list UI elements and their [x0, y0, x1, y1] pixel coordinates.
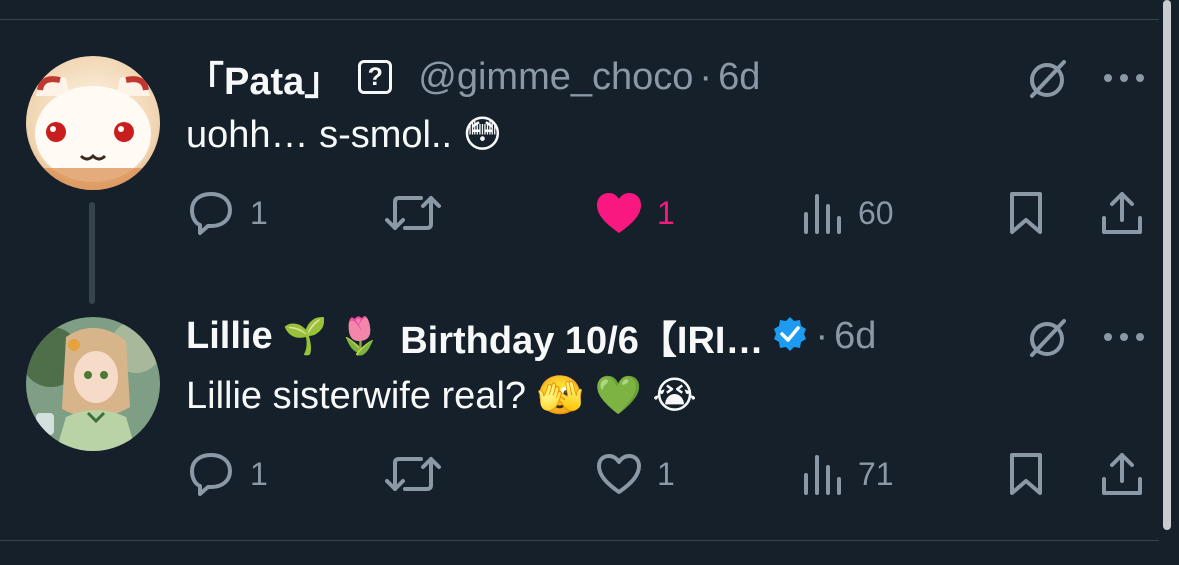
separator-dot: ·	[699, 55, 713, 98]
tweet-pata[interactable]: 「Pata」 ? @gimme_choco · 6d uohh… s-smol.…	[0, 52, 1150, 292]
view-count: 71	[858, 455, 894, 492]
tweet-actions: 1 1 60	[0, 188, 1150, 238]
tweet-actions: 1 1 71	[0, 449, 1150, 499]
retweet-icon	[385, 196, 441, 230]
like-button[interactable]: 1	[595, 449, 675, 499]
top-divider	[0, 19, 1159, 20]
display-name[interactable]: Lillie	[186, 315, 273, 358]
views-icon	[804, 455, 841, 495]
views-icon	[804, 194, 841, 234]
tweet-lillie[interactable]: Lillie 🌱 🌷 Birthday 10/6【IRI… · 6d Lilli…	[0, 311, 1150, 551]
reply-count: 1	[250, 194, 268, 231]
tweet-text: uohh… s-smol.. 😳	[186, 114, 503, 156]
view-count: 60	[858, 194, 894, 231]
reply-icon	[190, 453, 232, 496]
like-count: 1	[657, 455, 675, 492]
share-button[interactable]	[1100, 188, 1144, 238]
pata-avatar-image	[26, 56, 160, 190]
name-emoji: 🌱 🌷	[282, 315, 383, 356]
avatar[interactable]	[26, 56, 160, 190]
lillie-avatar-image	[26, 317, 160, 451]
share-button[interactable]	[1100, 449, 1144, 499]
timestamp[interactable]: 6d	[718, 56, 760, 99]
share-icon	[1102, 453, 1142, 495]
scrollbar[interactable]	[1163, 0, 1171, 530]
more-icon[interactable]	[1103, 317, 1145, 357]
reply-button[interactable]: 1	[186, 188, 268, 238]
bookmark-button[interactable]	[1006, 188, 1046, 238]
display-name[interactable]: 「Pata」	[186, 50, 342, 105]
verified-icon	[771, 315, 809, 358]
unknown-emoji-badge: ?	[358, 60, 393, 94]
display-name-suffix[interactable]: Birthday 10/6【IRI…	[400, 309, 763, 364]
like-count: 1	[657, 194, 675, 231]
reply-icon	[190, 192, 232, 235]
separator-dot: ·	[815, 314, 829, 357]
like-icon	[597, 193, 641, 233]
share-icon	[1102, 192, 1142, 234]
avatar[interactable]	[26, 317, 160, 451]
views-button[interactable]: 60	[802, 188, 894, 238]
timestamp[interactable]: 6d	[834, 315, 876, 358]
retweet-button[interactable]	[385, 449, 455, 499]
views-button[interactable]: 71	[802, 449, 894, 499]
reply-button[interactable]: 1	[186, 449, 268, 499]
grok-icon[interactable]	[1024, 315, 1070, 361]
retweet-button[interactable]	[385, 188, 455, 238]
bookmark-button[interactable]	[1006, 449, 1046, 499]
bookmark-icon	[1010, 192, 1042, 234]
grok-icon[interactable]	[1024, 56, 1070, 102]
user-handle[interactable]: @gimme_choco	[418, 56, 693, 99]
like-icon	[597, 454, 641, 494]
more-icon[interactable]	[1103, 58, 1145, 98]
bookmark-icon	[1010, 453, 1042, 495]
tweet-text: Lillie sisterwife real? 🫣 💚 😭	[186, 375, 697, 417]
like-button[interactable]: 1	[595, 188, 675, 238]
retweet-icon	[385, 457, 441, 491]
reply-count: 1	[250, 455, 268, 492]
